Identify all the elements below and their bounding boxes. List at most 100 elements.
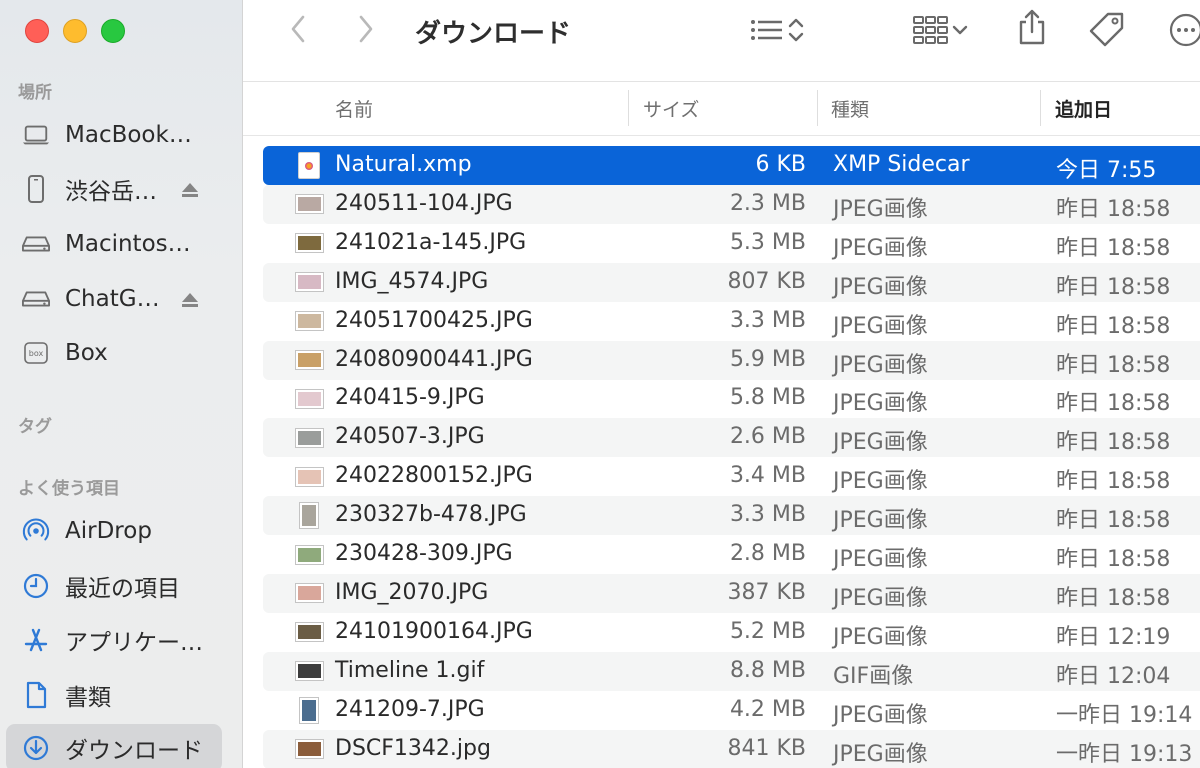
file-name: 240511-104.JPG — [335, 190, 513, 216]
sidebar: 場所 MacBook… 渋谷岳… Macintos… ChatG… box Bo… — [0, 0, 243, 768]
share-button[interactable] — [1013, 8, 1051, 50]
file-kind: JPEG画像 — [833, 313, 928, 339]
file-size: 2.3 MB — [729, 190, 806, 216]
box-icon: box — [22, 339, 50, 367]
sidebar-item-label: Macintos… — [65, 231, 191, 257]
column-header-date-added[interactable]: 追加日 — [1055, 95, 1112, 122]
file-date-added: 昨日 18:58 — [1056, 352, 1171, 378]
file-date-added: 昨日 18:58 — [1056, 235, 1171, 261]
image-thumbnail-icon — [295, 464, 323, 489]
sidebar-item-label: 渋谷岳… — [65, 179, 157, 205]
file-name: 24022800152.JPG — [335, 463, 533, 489]
file-row[interactable]: 240415-9.JPG 5.8 MB JPEG画像 昨日 18:58 — [263, 379, 1200, 418]
sidebar-item-applications[interactable]: アプリケー… — [0, 616, 243, 664]
iphone-icon — [22, 175, 50, 203]
file-row[interactable]: 24051700425.JPG 3.3 MB JPEG画像 昨日 18:58 — [263, 302, 1200, 341]
file-size: 807 KB — [727, 268, 806, 294]
eject-icon[interactable] — [179, 179, 201, 201]
image-thumbnail-icon — [295, 659, 323, 684]
file-size: 2.6 MB — [729, 424, 806, 450]
file-date-added: 昨日 18:58 — [1056, 274, 1171, 300]
image-thumbnail-icon — [295, 620, 323, 645]
sidebar-item-label: MacBook… — [65, 122, 192, 148]
sidebar-item-chatg[interactable]: ChatG… — [0, 275, 243, 323]
eject-icon[interactable] — [179, 289, 201, 311]
file-size: 4.2 MB — [729, 696, 806, 722]
image-thumbnail-icon — [295, 270, 323, 295]
column-header-name[interactable]: 名前 — [335, 95, 373, 122]
file-size: 8.8 MB — [729, 657, 806, 683]
file-row[interactable]: 24022800152.JPG 3.4 MB JPEG画像 昨日 18:58 — [263, 457, 1200, 496]
window-controls — [25, 19, 125, 43]
more-actions-button[interactable] — [1169, 13, 1200, 50]
file-name: IMG_2070.JPG — [335, 579, 489, 605]
file-name: 240507-3.JPG — [335, 424, 485, 450]
sidebar-item-box[interactable]: box Box — [0, 329, 243, 377]
disk-icon — [22, 285, 50, 313]
file-name: DSCF1342.jpg — [335, 735, 491, 761]
file-kind: JPEG画像 — [833, 196, 928, 222]
image-thumbnail-icon — [295, 542, 323, 567]
sidebar-item-documents[interactable]: 書類 — [0, 671, 243, 719]
file-kind: JPEG画像 — [833, 547, 928, 572]
file-kind: JPEG画像 — [833, 469, 928, 495]
zoom-window-button[interactable] — [101, 19, 125, 43]
file-row[interactable]: Natural.xmp 6 KB XMP Sidecar 今日 7:55 — [263, 146, 1200, 185]
file-row[interactable]: IMG_2070.JPG 387 KB JPEG画像 昨日 18:58 — [263, 573, 1200, 613]
sidebar-item-iphone[interactable]: 渋谷岳… — [0, 165, 243, 213]
sidebar-item-downloads[interactable]: ダウンロード — [6, 724, 222, 768]
file-date-added: 昨日 18:58 — [1056, 585, 1171, 611]
file-name: 241021a-145.JPG — [335, 229, 527, 255]
file-row[interactable]: 230327b-478.JPG 3.3 MB JPEG画像 昨日 18:58 — [263, 496, 1200, 536]
file-row[interactable]: DSCF1342.jpg 841 KB JPEG画像 一昨日 19:13 — [263, 729, 1200, 768]
sidebar-section-locations: 場所 — [18, 83, 52, 103]
file-name: 24051700425.JPG — [335, 307, 533, 333]
download-icon — [22, 734, 50, 762]
forward-button[interactable] — [351, 14, 381, 48]
column-header-size[interactable]: サイズ — [643, 95, 699, 122]
sidebar-item-label: ダウンロード — [65, 738, 203, 764]
close-window-button[interactable] — [25, 19, 49, 43]
sidebar-item-recents[interactable]: 最近の項目 — [0, 562, 243, 610]
file-row[interactable]: 24080900441.JPG 5.9 MB JPEG画像 昨日 18:58 — [263, 340, 1200, 380]
file-row[interactable]: 240507-3.JPG 2.6 MB JPEG画像 昨日 18:58 — [263, 418, 1200, 458]
file-date-added: 一昨日 19:13 — [1056, 741, 1193, 767]
file-row[interactable]: Timeline 1.gif 8.8 MB GIF画像 昨日 12:04 — [263, 651, 1200, 691]
file-row[interactable]: 241209-7.JPG 4.2 MB JPEG画像 一昨日 19:14 — [263, 691, 1200, 730]
file-kind: JPEG画像 — [833, 624, 928, 650]
chevron-left-icon — [289, 14, 307, 48]
file-size: 5.9 MB — [729, 346, 806, 372]
tag-icon — [1088, 11, 1126, 53]
sidebar-item-macbook[interactable]: MacBook… — [0, 111, 243, 159]
view-options-button[interactable] — [740, 14, 814, 50]
file-size: 5.3 MB — [729, 229, 806, 255]
document-icon — [22, 681, 50, 709]
back-button[interactable] — [283, 14, 313, 48]
column-divider[interactable] — [1040, 90, 1041, 126]
file-row[interactable]: IMG_4574.JPG 807 KB JPEG画像 昨日 18:58 — [263, 262, 1200, 302]
column-divider[interactable] — [628, 90, 629, 126]
column-divider[interactable] — [817, 90, 818, 126]
file-date-added: 昨日 18:58 — [1056, 391, 1171, 417]
image-thumbnail-icon — [295, 581, 323, 606]
tag-button[interactable] — [1087, 12, 1127, 52]
column-header-kind[interactable]: 種類 — [831, 95, 869, 122]
share-icon — [1016, 8, 1048, 50]
list-view-icon — [748, 15, 786, 49]
file-row[interactable]: 24101900164.JPG 5.2 MB JPEG画像 昨日 12:19 — [263, 613, 1200, 652]
sidebar-item-macintosh-hd[interactable]: Macintos… — [0, 220, 243, 268]
file-name: 24080900441.JPG — [335, 346, 533, 372]
file-row[interactable]: 230428-309.JPG 2.8 MB JPEG画像 昨日 18:58 — [263, 535, 1200, 574]
file-kind: XMP Sidecar — [833, 152, 970, 177]
sidebar-item-airdrop[interactable]: AirDrop — [0, 507, 243, 555]
group-by-button[interactable] — [903, 14, 979, 50]
file-name: 24101900164.JPG — [335, 618, 533, 644]
file-row[interactable]: 241021a-145.JPG 5.3 MB JPEG画像 昨日 18:58 — [263, 224, 1200, 263]
sidebar-section-favorites: よく使う項目 — [18, 479, 120, 499]
file-size: 3.4 MB — [729, 463, 806, 489]
minimize-window-button[interactable] — [63, 19, 87, 43]
grid-icon — [912, 14, 950, 50]
chevron-right-icon — [357, 14, 375, 48]
file-row[interactable]: 240511-104.JPG 2.3 MB JPEG画像 昨日 18:58 — [263, 184, 1200, 224]
file-date-added: 昨日 18:58 — [1056, 508, 1171, 534]
